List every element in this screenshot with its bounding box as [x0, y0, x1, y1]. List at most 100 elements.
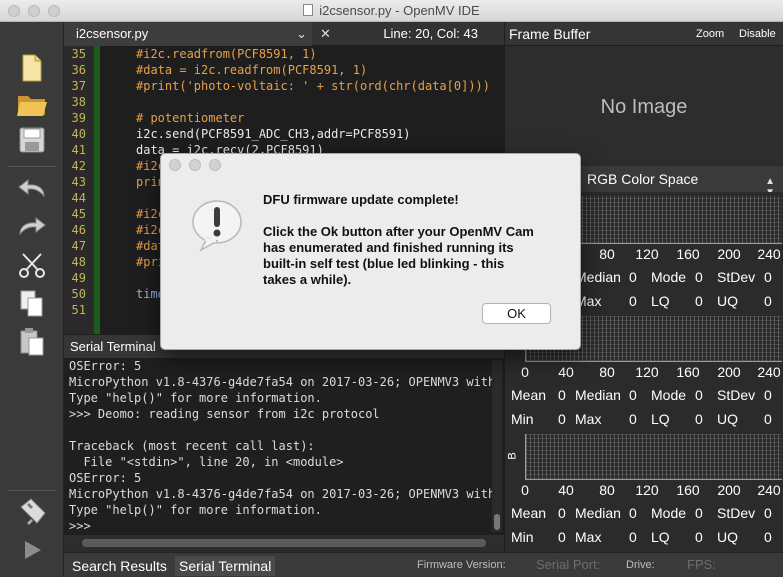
stat-value: 0: [629, 411, 637, 427]
disable-button[interactable]: Disable: [739, 28, 776, 40]
line-number: 50: [71, 287, 86, 301]
firmware-version-label: Firmware Version:: [417, 559, 506, 571]
stat-value: 0: [695, 505, 703, 521]
axis-tick: 0: [521, 364, 529, 380]
stat-value: 0: [558, 387, 566, 403]
play-icon[interactable]: [14, 534, 50, 566]
toolbar-separator: [8, 166, 56, 167]
stat-label: LQ: [651, 293, 670, 309]
line-number: 40: [71, 127, 86, 141]
stat-value: 0: [558, 529, 566, 545]
tab-serial-terminal[interactable]: Serial Terminal: [175, 556, 276, 576]
line-number: 39: [71, 111, 86, 125]
axis-tick: 240: [757, 246, 781, 262]
dialog-minimize-button: [189, 159, 201, 171]
dialog-message: Click the Ok button after your OpenMV Ca…: [263, 224, 534, 287]
stat-label: StDev: [717, 269, 756, 285]
terminal-line: Type "help()" for more information.: [69, 503, 322, 517]
save-icon[interactable]: [14, 124, 50, 156]
dialog-titlebar: [161, 154, 580, 176]
channel-b-label: B: [506, 452, 519, 460]
axis-tick: 200: [717, 246, 741, 262]
terminal-line: Type "help()" for more information.: [69, 391, 322, 405]
stat-label: Median: [575, 505, 621, 521]
serial-terminal-title: Serial Terminal: [70, 339, 156, 354]
zoom-button[interactable]: Zoom: [696, 28, 724, 40]
editor-tabbar: i2csensor.py ⌄ ✕ Line: 20, Col: 43: [64, 22, 504, 46]
stat-label: Median: [575, 387, 621, 403]
stat-value: 0: [695, 269, 703, 285]
line-number: 43: [71, 175, 86, 189]
stat-value: 0: [764, 293, 772, 309]
color-space-select[interactable]: RGB Color Space ▲▼: [587, 171, 781, 198]
redo-icon[interactable]: [14, 210, 50, 242]
stat-label: Max: [575, 411, 602, 427]
color-space-value: RGB Color Space: [587, 171, 699, 187]
line-number: 41: [71, 143, 86, 157]
chevron-down-icon[interactable]: ⌄: [296, 26, 307, 42]
fps-label: FPS:: [687, 557, 716, 572]
axis-tick: 200: [717, 482, 741, 498]
scrollbar-thumb[interactable]: [82, 539, 486, 547]
axis-tick: 160: [676, 246, 700, 262]
line-number: 45: [71, 207, 86, 221]
axis-tick: 80: [599, 364, 615, 380]
tab-search-results[interactable]: Search Results: [68, 556, 171, 576]
stat-label: UQ: [717, 529, 738, 545]
serial-terminal-output[interactable]: OSError: 5 MicroPython v1.8-4376-g4de7fa…: [64, 358, 504, 534]
usb-connect-icon[interactable]: [14, 496, 50, 528]
frame-buffer-title: Frame Buffer: [509, 26, 591, 42]
stat-label: Mode: [651, 269, 687, 285]
frame-buffer-view: No Image: [504, 46, 783, 166]
axis-tick: 120: [635, 246, 659, 262]
stat-label: UQ: [717, 411, 738, 427]
undo-icon[interactable]: [14, 172, 50, 204]
scrollbar-thumb[interactable]: [494, 514, 500, 530]
openmv-ide-window: i2csensor.py - OpenMV IDE i2csensor.py ⌄…: [0, 0, 783, 577]
open-folder-icon[interactable]: [14, 88, 50, 120]
line-number: 35: [71, 47, 86, 61]
terminal-line: OSError: 5: [69, 471, 142, 485]
stat-label: Median: [575, 269, 621, 285]
alert-icon: [189, 198, 249, 254]
stat-value: 0: [764, 529, 772, 545]
stat-value: 0: [764, 411, 772, 427]
ok-button[interactable]: OK: [482, 303, 551, 324]
stat-value: 0: [764, 387, 772, 403]
new-file-icon[interactable]: [14, 52, 50, 84]
stat-value: 0: [629, 293, 637, 309]
line-number: 49: [71, 271, 86, 285]
close-icon[interactable]: ✕: [320, 26, 331, 42]
dialog-title: DFU firmware update complete!: [263, 192, 459, 207]
stat-label: Mode: [651, 387, 687, 403]
stat-label: LQ: [651, 529, 670, 545]
editor-file-tab[interactable]: i2csensor.py: [64, 22, 312, 46]
terminal-horizontal-scrollbar[interactable]: [64, 534, 504, 550]
stat-value: 0: [629, 505, 637, 521]
line-number: 37: [71, 79, 86, 93]
copy-icon[interactable]: [14, 288, 50, 320]
status-bar: Search Results Serial Terminal Firmware …: [64, 552, 783, 577]
axis-tick: 80: [599, 246, 615, 262]
stat-label: StDev: [717, 387, 756, 403]
left-toolbar: [0, 22, 64, 577]
editor-tab-label: i2csensor.py: [76, 26, 149, 41]
stat-value: 0: [695, 293, 703, 309]
axis-tick: 240: [757, 364, 781, 380]
stat-value: 0: [764, 269, 772, 285]
terminal-scrollbar[interactable]: [492, 360, 502, 532]
terminal-line: MicroPython v1.8-4376-g4de7fa54 on 2017-…: [69, 487, 496, 501]
terminal-line: Traceback (most recent call last):: [69, 439, 315, 453]
code-line: #print('photo-voltaic: ' + str(ord(chr(d…: [136, 79, 491, 93]
paste-icon[interactable]: [14, 326, 50, 358]
line-number: 51: [71, 303, 86, 317]
stat-value: 0: [629, 529, 637, 545]
line-number: 36: [71, 63, 86, 77]
stat-label: StDev: [717, 505, 756, 521]
stat-label: Min: [511, 411, 534, 427]
axis-tick: 240: [757, 482, 781, 498]
line-number: 44: [71, 191, 86, 205]
cut-icon[interactable]: [14, 250, 50, 282]
stat-label: Mean: [511, 387, 547, 403]
line-number: 42: [71, 159, 86, 173]
